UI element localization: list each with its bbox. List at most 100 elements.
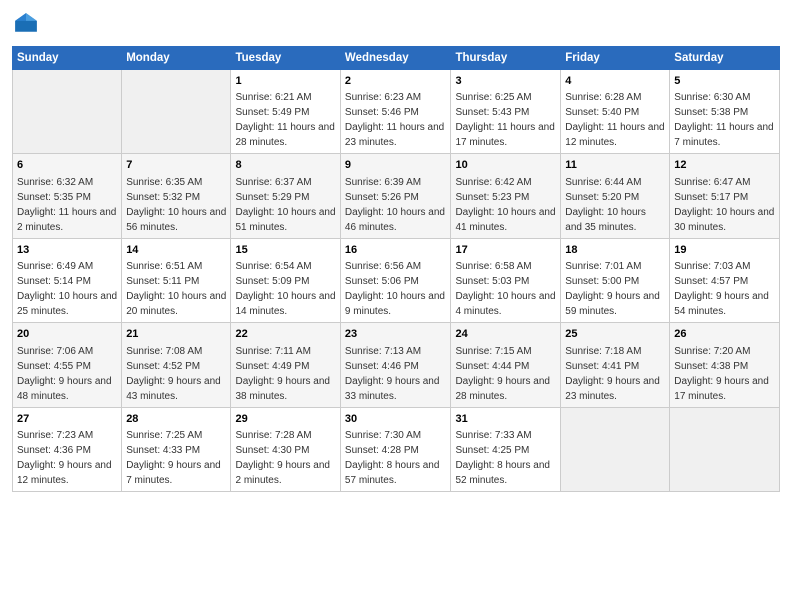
calendar-cell: 25 Sunrise: 7:18 AMSunset: 4:41 PMDayligh… [561,323,670,407]
logo [12,10,44,38]
day-info: Sunrise: 6:21 AMSunset: 5:49 PMDaylight:… [235,92,334,148]
calendar-cell: 8 Sunrise: 6:37 AMSunset: 5:29 PMDaylight… [231,154,340,238]
day-number: 28 [126,412,226,427]
calendar-cell: 17 Sunrise: 6:58 AMSunset: 5:03 PMDayligh… [451,238,561,322]
day-number: 30 [345,412,447,427]
calendar-cell: 24 Sunrise: 7:15 AMSunset: 4:44 PMDayligh… [451,323,561,407]
day-number: 26 [674,327,775,342]
day-info: Sunrise: 6:54 AMSunset: 5:09 PMDaylight:… [235,261,335,317]
calendar-cell: 7 Sunrise: 6:35 AMSunset: 5:32 PMDaylight… [122,154,231,238]
calendar-cell: 3Sunrise: 6:25 AMSunset: 5:43 PMDaylight… [451,70,561,154]
calendar-cell: 21 Sunrise: 7:08 AMSunset: 4:52 PMDayligh… [122,323,231,407]
day-info: Sunrise: 6:28 AMSunset: 5:40 PMDaylight:… [565,92,664,148]
day-info: Sunrise: 6:51 AMSunset: 5:11 PMDaylight:… [126,261,226,317]
calendar-cell [122,70,231,154]
day-info: Sunrise: 7:23 AMSunset: 4:36 PMDaylight:… [17,430,112,486]
day-info: Sunrise: 7:13 AMSunset: 4:46 PMDaylight:… [345,346,440,402]
day-info: Sunrise: 7:30 AMSunset: 4:28 PMDaylight:… [345,430,440,486]
day-info: Sunrise: 6:39 AMSunset: 5:26 PMDaylight:… [345,177,445,233]
day-info: Sunrise: 7:33 AMSunset: 4:25 PMDaylight:… [455,430,550,486]
day-info: Sunrise: 7:20 AMSunset: 4:38 PMDaylight:… [674,346,769,402]
day-info: Sunrise: 6:58 AMSunset: 5:03 PMDaylight:… [455,261,555,317]
day-info: Sunrise: 7:03 AMSunset: 4:57 PMDaylight:… [674,261,769,317]
header-row: SundayMondayTuesdayWednesdayThursdayFrid… [13,47,780,70]
day-number: 13 [17,243,117,258]
day-info: Sunrise: 6:37 AMSunset: 5:29 PMDaylight:… [235,177,335,233]
day-number: 29 [235,412,335,427]
day-number: 6 [17,158,117,173]
day-number: 20 [17,327,117,342]
day-info: Sunrise: 7:25 AMSunset: 4:33 PMDaylight:… [126,430,221,486]
day-info: Sunrise: 6:49 AMSunset: 5:14 PMDaylight:… [17,261,117,317]
page-header [12,10,780,38]
calendar-week-row: 6 Sunrise: 6:32 AMSunset: 5:35 PMDaylight… [13,154,780,238]
calendar-cell: 29 Sunrise: 7:28 AMSunset: 4:30 PMDayligh… [231,407,340,491]
calendar-cell: 9 Sunrise: 6:39 AMSunset: 5:26 PMDaylight… [340,154,451,238]
calendar-cell: 16 Sunrise: 6:56 AMSunset: 5:06 PMDayligh… [340,238,451,322]
calendar-cell: 22 Sunrise: 7:11 AMSunset: 4:49 PMDayligh… [231,323,340,407]
day-number: 22 [235,327,335,342]
day-info: Sunrise: 7:01 AMSunset: 5:00 PMDaylight:… [565,261,660,317]
day-number: 24 [455,327,556,342]
calendar-cell: 31Sunrise: 7:33 AMSunset: 4:25 PMDayligh… [451,407,561,491]
calendar-week-row: 13 Sunrise: 6:49 AMSunset: 5:14 PMDayligh… [13,238,780,322]
calendar-week-row: 20 Sunrise: 7:06 AMSunset: 4:55 PMDayligh… [13,323,780,407]
day-number: 3 [455,74,556,89]
weekday-header: Sunday [13,47,122,70]
day-info: Sunrise: 7:08 AMSunset: 4:52 PMDaylight:… [126,346,221,402]
day-number: 25 [565,327,665,342]
day-number: 7 [126,158,226,173]
calendar-cell: 4 Sunrise: 6:28 AMSunset: 5:40 PMDaylight… [561,70,670,154]
calendar-cell: 30 Sunrise: 7:30 AMSunset: 4:28 PMDayligh… [340,407,451,491]
day-number: 2 [345,74,447,89]
calendar-cell: 19Sunrise: 7:03 AMSunset: 4:57 PMDayligh… [670,238,780,322]
day-info: Sunrise: 6:42 AMSunset: 5:23 PMDaylight:… [455,177,555,233]
weekday-header: Friday [561,47,670,70]
weekday-header: Thursday [451,47,561,70]
calendar-week-row: 1 Sunrise: 6:21 AMSunset: 5:49 PMDaylight… [13,70,780,154]
calendar-cell [561,407,670,491]
page-container: SundayMondayTuesdayWednesdayThursdayFrid… [0,0,792,500]
day-number: 4 [565,74,665,89]
day-info: Sunrise: 7:11 AMSunset: 4:49 PMDaylight:… [235,346,330,402]
calendar-week-row: 27 Sunrise: 7:23 AMSunset: 4:36 PMDayligh… [13,407,780,491]
calendar-cell: 1 Sunrise: 6:21 AMSunset: 5:49 PMDaylight… [231,70,340,154]
calendar-cell: 14 Sunrise: 6:51 AMSunset: 5:11 PMDayligh… [122,238,231,322]
day-number: 5 [674,74,775,89]
day-number: 10 [455,158,556,173]
day-info: Sunrise: 6:47 AMSunset: 5:17 PMDaylight:… [674,177,774,233]
weekday-header: Wednesday [340,47,451,70]
day-number: 12 [674,158,775,173]
day-number: 9 [345,158,447,173]
weekday-header: Monday [122,47,231,70]
logo-icon [12,10,40,38]
calendar-cell: 5Sunrise: 6:30 AMSunset: 5:38 PMDaylight… [670,70,780,154]
day-info: Sunrise: 7:28 AMSunset: 4:30 PMDaylight:… [235,430,330,486]
day-number: 21 [126,327,226,342]
calendar-cell [670,407,780,491]
calendar-cell: 2Sunrise: 6:23 AMSunset: 5:46 PMDaylight… [340,70,451,154]
day-number: 14 [126,243,226,258]
day-info: Sunrise: 6:35 AMSunset: 5:32 PMDaylight:… [126,177,226,233]
day-number: 8 [235,158,335,173]
calendar-cell: 11Sunrise: 6:44 AMSunset: 5:20 PMDayligh… [561,154,670,238]
day-number: 1 [235,74,335,89]
calendar-cell [13,70,122,154]
weekday-header: Tuesday [231,47,340,70]
calendar-cell: 28 Sunrise: 7:25 AMSunset: 4:33 PMDayligh… [122,407,231,491]
calendar-cell: 15Sunrise: 6:54 AMSunset: 5:09 PMDayligh… [231,238,340,322]
day-info: Sunrise: 6:44 AMSunset: 5:20 PMDaylight:… [565,177,646,233]
day-info: Sunrise: 6:32 AMSunset: 5:35 PMDaylight:… [17,177,116,233]
calendar-cell: 18Sunrise: 7:01 AMSunset: 5:00 PMDayligh… [561,238,670,322]
calendar-table: SundayMondayTuesdayWednesdayThursdayFrid… [12,46,780,492]
day-info: Sunrise: 7:15 AMSunset: 4:44 PMDaylight:… [455,346,550,402]
day-info: Sunrise: 7:06 AMSunset: 4:55 PMDaylight:… [17,346,112,402]
calendar-cell: 27 Sunrise: 7:23 AMSunset: 4:36 PMDayligh… [13,407,122,491]
day-info: Sunrise: 7:18 AMSunset: 4:41 PMDaylight:… [565,346,660,402]
day-info: Sunrise: 6:56 AMSunset: 5:06 PMDaylight:… [345,261,445,317]
day-number: 17 [455,243,556,258]
calendar-cell: 13 Sunrise: 6:49 AMSunset: 5:14 PMDayligh… [13,238,122,322]
day-number: 27 [17,412,117,427]
day-number: 23 [345,327,447,342]
day-number: 16 [345,243,447,258]
